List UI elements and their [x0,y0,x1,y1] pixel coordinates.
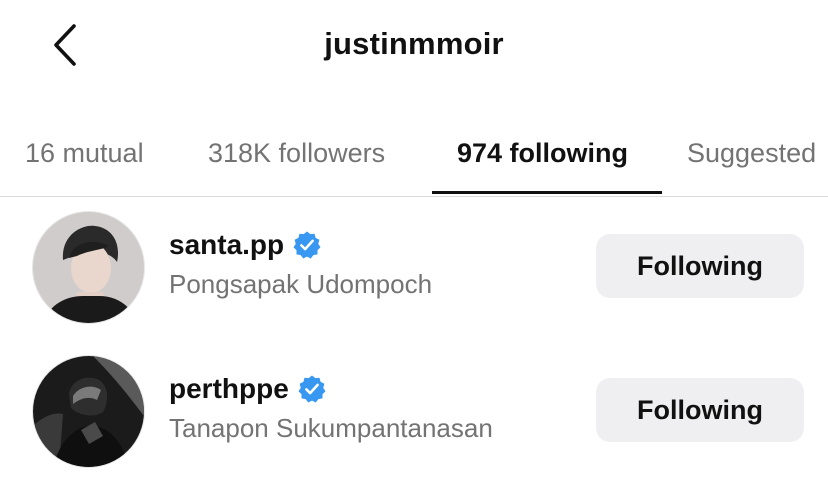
tab-bar: 16 mutual 318K followers 974 following S… [0,120,828,197]
username: perthppe [169,373,289,404]
username-link[interactable]: santa.pp [169,227,322,263]
username-link[interactable]: perthppe [169,371,327,407]
tab-mutual[interactable]: 16 mutual [25,138,144,169]
following-button[interactable]: Following [596,378,804,442]
top-header: justinmmoir [0,0,828,90]
page-title: justinmmoir [324,26,504,61]
full-name: Pongsapak Udompoch [169,269,433,299]
tab-following[interactable]: 974 following [457,138,628,169]
avatar[interactable] [32,355,145,468]
following-button[interactable]: Following [596,234,804,298]
verified-badge-icon [293,231,321,259]
username: santa.pp [169,229,285,260]
list-item: perthppe Tanapon Sukumpantanasan Followi… [0,355,828,495]
list-item: santa.pp Pongsapak Udompoch Following [0,211,828,351]
avatar[interactable] [32,211,145,324]
tab-suggested[interactable]: Suggested [687,138,816,169]
profile-photo [33,356,144,467]
full-name: Tanapon Sukumpantanasan [169,413,493,443]
tab-followers[interactable]: 318K followers [208,138,385,169]
verified-badge-icon [298,375,326,403]
profile-photo [33,212,144,323]
active-tab-indicator [432,191,662,194]
